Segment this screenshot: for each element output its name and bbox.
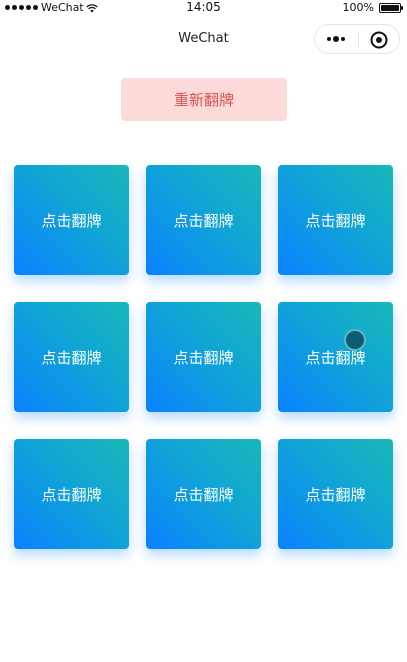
flip-card[interactable]: 点击翻牌 [278, 439, 393, 549]
flip-card[interactable]: 点击翻牌 [146, 302, 261, 412]
flip-card[interactable]: 点击翻牌 [146, 439, 261, 549]
flip-card[interactable]: 点击翻牌 [278, 302, 393, 412]
flip-card[interactable]: 点击翻牌 [146, 165, 261, 275]
touch-indicator [344, 329, 366, 351]
flip-card[interactable]: 点击翻牌 [14, 165, 129, 275]
flip-card[interactable]: 点击翻牌 [278, 165, 393, 275]
card-grid: 点击翻牌 点击翻牌 点击翻牌 点击翻牌 点击翻牌 点击翻牌 点击翻牌 点击翻牌 … [0, 0, 407, 662]
flip-card[interactable]: 点击翻牌 [14, 302, 129, 412]
flip-card[interactable]: 点击翻牌 [14, 439, 129, 549]
